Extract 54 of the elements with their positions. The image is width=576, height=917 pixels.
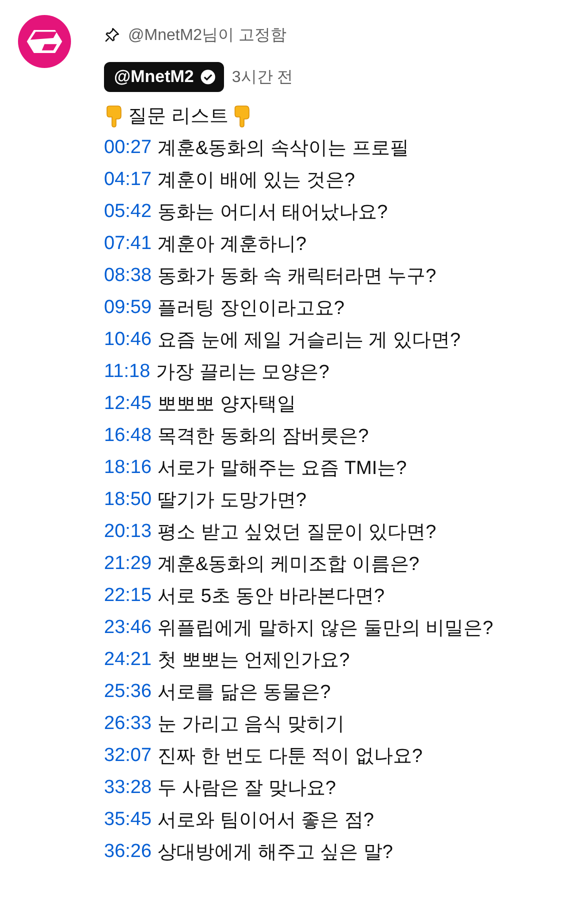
chapter-title: 요즘 눈에 제일 거슬리는 게 있다면? [158, 329, 461, 353]
timestamp-link[interactable]: 23:46 [104, 617, 152, 639]
chapter-title: 눈 가리고 음식 맞히기 [158, 713, 344, 737]
list-heading: 질문 리스트 [128, 105, 228, 129]
timestamp-link[interactable]: 25:36 [104, 681, 152, 703]
chapter-title: 계훈&동화의 속삭이는 프로필 [158, 137, 409, 161]
timestamp-link[interactable]: 00:27 [104, 137, 152, 159]
channel-avatar[interactable] [18, 15, 71, 68]
timestamp-link[interactable]: 24:21 [104, 649, 152, 671]
comment-time[interactable]: 3시간 전 [232, 66, 294, 88]
chapter-title: 목격한 동화의 잠버릇은? [158, 425, 369, 449]
chapter-title: 뽀뽀뽀 양자택일 [158, 393, 296, 417]
chapter-title: 딸기가 도망가면? [158, 489, 306, 513]
timestamp-link[interactable]: 18:50 [104, 489, 152, 511]
timestamp-link[interactable]: 18:16 [104, 457, 152, 479]
chapter-title: 두 사람은 잘 맞나요? [158, 777, 336, 801]
timestamp-link[interactable]: 11:18 [104, 361, 150, 383]
timestamp-link[interactable]: 22:15 [104, 585, 152, 607]
pin-icon [104, 27, 120, 43]
chapter-title: 계훈아 계훈하니? [158, 233, 306, 257]
chapter-title: 서로가 말해주는 요즘 TMI는? [158, 457, 407, 481]
chapter-title: 계훈이 배에 있는 것은? [158, 169, 355, 193]
chapter-title: 동화가 동화 속 캐릭터라면 누구? [158, 265, 436, 289]
timestamp-link[interactable]: 35:45 [104, 809, 152, 831]
chapter-title: 평소 받고 싶었던 질문이 있다면? [158, 521, 436, 545]
chapter-title: 위플립에게 말하지 않은 둘만의 비밀은? [158, 617, 494, 641]
timestamp-link[interactable]: 10:46 [104, 329, 152, 351]
timestamp-link[interactable]: 21:29 [104, 553, 152, 575]
chapter-title: 동화는 어디서 태어났나요? [158, 201, 388, 225]
pointing-hand-icon [232, 104, 252, 128]
chapter-title: 상대방에게 해주고 싶은 말? [158, 841, 393, 865]
chapter-title: 서로 5초 동안 바라본다면? [158, 585, 385, 609]
timestamp-link[interactable]: 08:38 [104, 265, 152, 287]
timestamp-link[interactable]: 04:17 [104, 169, 152, 191]
timestamp-link[interactable]: 07:41 [104, 233, 152, 255]
chapter-title: 첫 뽀뽀는 언제인가요? [158, 649, 350, 673]
chapter-title: 가장 끌리는 모양은? [156, 361, 330, 385]
timestamp-link[interactable]: 26:33 [104, 713, 152, 735]
chapter-title: 진짜 한 번도 다툰 적이 없나요? [158, 745, 423, 769]
timestamp-link[interactable]: 16:48 [104, 425, 152, 447]
author-badge[interactable]: @MnetM2 [104, 62, 224, 92]
timestamp-link[interactable]: 33:28 [104, 777, 152, 799]
timestamp-link[interactable]: 12:45 [104, 393, 152, 415]
chapter-title: 계훈&동화의 케미조합 이름은? [158, 553, 420, 577]
timestamp-link[interactable]: 09:59 [104, 297, 152, 319]
timestamp-link[interactable]: 20:13 [104, 521, 152, 543]
timestamp-link[interactable]: 05:42 [104, 201, 152, 223]
pointing-hand-icon [104, 104, 124, 128]
chapter-title: 서로와 팀이어서 좋은 점? [158, 809, 374, 833]
timestamp-link[interactable]: 36:26 [104, 841, 152, 863]
timestamp-link[interactable]: 32:07 [104, 745, 152, 767]
chapter-title: 서로를 닮은 동물은? [158, 681, 331, 705]
chapter-title: 플러팅 장인이라고요? [158, 297, 344, 321]
pinned-label: @MnetM2님이 고정함 [128, 26, 286, 46]
